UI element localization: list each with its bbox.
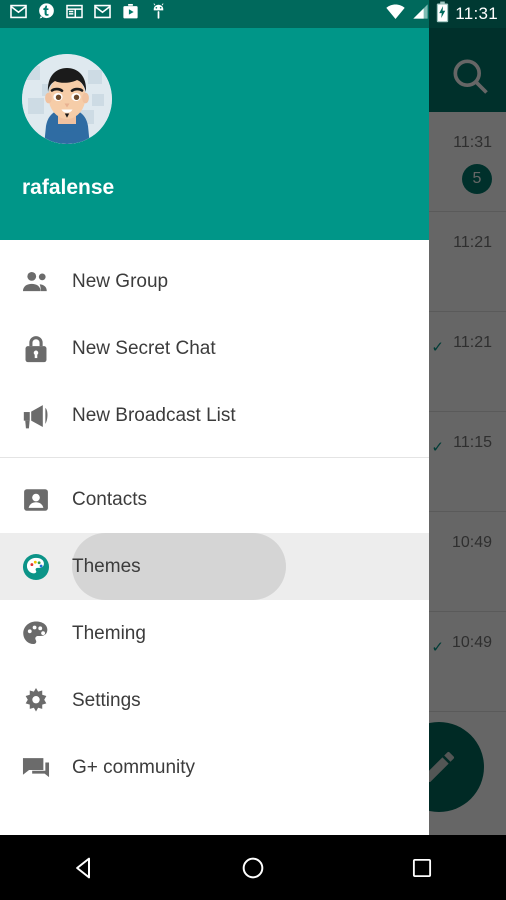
drawer-item-settings[interactable]: Settings (0, 667, 429, 734)
drawer-item-label: Themes (72, 556, 141, 578)
drawer-item-new-secret-chat[interactable]: New Secret Chat (0, 315, 429, 382)
gear-icon (0, 684, 72, 718)
circle-icon (239, 854, 267, 882)
drawer-item-label: New Secret Chat (72, 338, 216, 360)
recents-button[interactable] (387, 835, 457, 900)
user-avatar[interactable] (22, 54, 112, 144)
wifi-icon (385, 1, 406, 27)
drawer-item-label: Theming (72, 623, 146, 645)
drawer-header: rafalense (0, 28, 429, 240)
drawer-menu[interactable]: New Group New Secret Chat New Broadcast Li… (0, 240, 429, 809)
signal-icon (411, 2, 430, 26)
drawer-item-label: G+ community (72, 757, 195, 779)
drawer-item-new-group[interactable]: New Group (0, 248, 429, 315)
chat-bubbles-icon (0, 751, 72, 785)
drawer-username: rafalense (22, 176, 114, 200)
system-navigation-bar[interactable] (0, 835, 506, 900)
status-bar: 11:31 (0, 0, 506, 28)
gmail-icon-2 (93, 2, 112, 26)
home-button[interactable] (218, 835, 288, 900)
gmail-icon (9, 2, 28, 26)
megaphone-icon (0, 399, 72, 433)
group-icon (0, 265, 72, 299)
lock-icon (0, 332, 72, 366)
triangle-left-icon (69, 853, 99, 883)
status-notification-icons (0, 2, 168, 26)
menu-section: Contacts Themes Theming Settings G+ communit… (0, 458, 429, 809)
play-store-briefcase-icon (121, 2, 140, 26)
drawer-item-contacts[interactable]: Contacts (0, 466, 429, 533)
status-system-icons: 11:31 (385, 0, 498, 28)
palette-icon (0, 617, 72, 651)
news-feed-icon (65, 2, 84, 26)
back-button[interactable] (49, 835, 119, 900)
square-icon (409, 855, 435, 881)
battery-charging-icon (435, 1, 450, 28)
tumblr-icon (37, 2, 56, 26)
drawer-item-themes[interactable]: Themes (0, 533, 429, 600)
status-clock: 11:31 (455, 4, 498, 24)
menu-section: New Group New Secret Chat New Broadcast Li… (0, 240, 429, 457)
drawer-item-theming[interactable]: Theming (0, 600, 429, 667)
contact-card-icon (0, 483, 72, 517)
android-robot-icon (149, 2, 168, 26)
navigation-drawer[interactable]: rafalense New Group New Secret Chat New Br… (0, 28, 429, 835)
drawer-item-label: New Group (72, 271, 168, 293)
drawer-item-label: Contacts (72, 489, 147, 511)
drawer-item-label: Settings (72, 690, 141, 712)
drawer-item-g-community[interactable]: G+ community (0, 734, 429, 801)
drawer-item-label: New Broadcast List (72, 405, 236, 427)
drawer-item-new-broadcast-list[interactable]: New Broadcast List (0, 382, 429, 449)
themes-palette-icon (0, 550, 72, 584)
